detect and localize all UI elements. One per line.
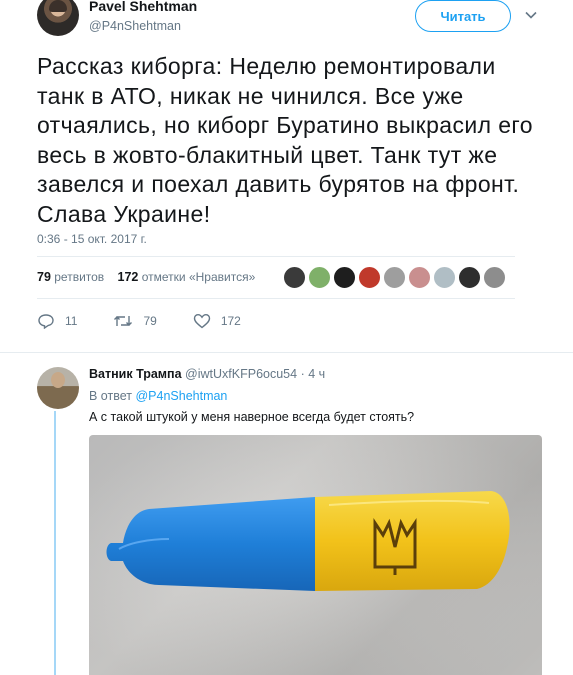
photo-illustration xyxy=(89,435,542,675)
reply-author-handle[interactable]: @iwtUxfKFP6ocu54 xyxy=(185,367,297,381)
divider xyxy=(37,256,515,257)
reply-to-prefix: В ответ xyxy=(89,389,132,403)
like-count[interactable]: 172 xyxy=(118,270,139,284)
reply-text: А с такой штукой у меня наверное всегда … xyxy=(89,410,415,424)
tweet-stats: 79 ретвитов 172 отметки «Нравится» xyxy=(37,270,255,284)
attached-photo[interactable] xyxy=(89,435,542,675)
retweet-action-count: 79 xyxy=(143,314,157,328)
follow-button[interactable]: Читать xyxy=(415,0,511,32)
reply-count: 11 xyxy=(65,314,78,328)
liker-avatar[interactable] xyxy=(383,266,406,289)
reply-time[interactable]: 4 ч xyxy=(308,367,325,381)
retweet-count[interactable]: 79 xyxy=(37,270,51,284)
liker-avatar[interactable] xyxy=(308,266,331,289)
liker-avatar[interactable] xyxy=(358,266,381,289)
liker-avatars xyxy=(283,266,508,289)
reply-author-name[interactable]: Ватник Трампа xyxy=(89,367,182,381)
author-avatar[interactable] xyxy=(37,0,79,36)
reply-to-line: В ответ @P4nShehtman xyxy=(89,389,227,403)
tweet-timestamp[interactable]: 0:36 - 15 окт. 2017 г. xyxy=(37,232,147,246)
main-tweet: Pavel Shehtman @P4nShehtman Читать Расск… xyxy=(0,0,573,350)
retweet-label[interactable]: ретвитов xyxy=(54,270,104,284)
liker-avatar[interactable] xyxy=(408,266,431,289)
chevron-down-icon[interactable] xyxy=(524,8,538,22)
liker-avatar[interactable] xyxy=(433,266,456,289)
author-name[interactable]: Pavel Shehtman xyxy=(89,0,197,14)
liker-avatar[interactable] xyxy=(283,266,306,289)
like-label[interactable]: отметки «Нравится» xyxy=(142,270,256,284)
reply-tweet[interactable]: Ватник Трампа @iwtUxfKFP6ocu54 · 4 ч В о… xyxy=(0,353,573,675)
retweet-icon xyxy=(114,316,133,326)
reply-header: Ватник Трампа @iwtUxfKFP6ocu54 · 4 ч xyxy=(89,367,325,381)
reply-icon xyxy=(38,314,54,329)
thread-line xyxy=(54,411,56,675)
liker-avatar[interactable] xyxy=(333,266,356,289)
liker-avatar[interactable] xyxy=(483,266,506,289)
reply-action[interactable]: 11 xyxy=(37,313,77,329)
like-action-count: 172 xyxy=(220,314,241,328)
tweet-text: Рассказ киборга: Неделю ремонтировали та… xyxy=(37,53,533,227)
heart-icon xyxy=(193,313,211,329)
dot-separator: · xyxy=(300,367,305,381)
retweet-action[interactable]: 79 xyxy=(113,313,157,329)
tweet-actions: 11 79 172 xyxy=(37,313,277,329)
like-action[interactable]: 172 xyxy=(193,313,241,329)
reply-to-handle[interactable]: @P4nShehtman xyxy=(135,389,227,403)
divider xyxy=(37,298,515,299)
author-handle[interactable]: @P4nShehtman xyxy=(89,19,181,33)
reply-avatar[interactable] xyxy=(37,367,79,409)
liker-avatar[interactable] xyxy=(458,266,481,289)
